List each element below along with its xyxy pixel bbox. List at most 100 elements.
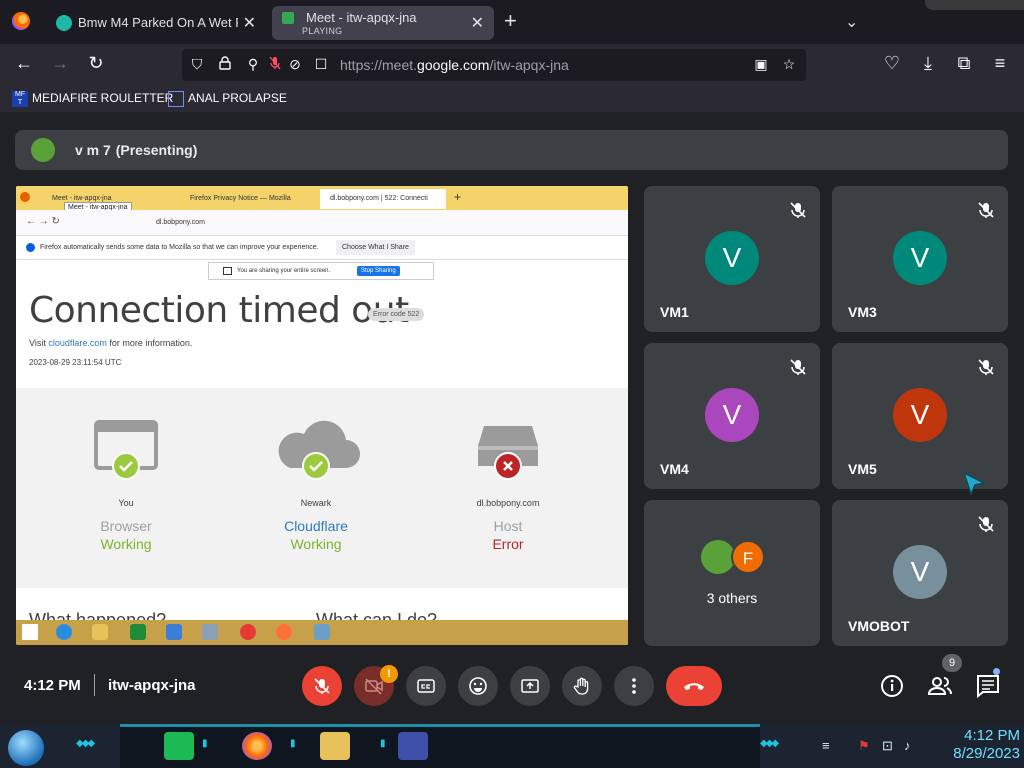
menu-icon[interactable]: ≡	[988, 53, 1012, 73]
raise-hand-button[interactable]	[562, 666, 602, 706]
taskbar-clock[interactable]: 4:12 PM 8/29/2023	[930, 727, 1020, 763]
url-bar[interactable]: ⛉ ⚲ ⊘ ☐ https://meet.google.com/itw-apqx…	[182, 49, 806, 81]
reactions-button[interactable]	[458, 666, 498, 706]
shared-app-icon	[202, 624, 218, 640]
avatar: V	[705, 231, 759, 285]
meet-favicon-icon	[282, 12, 294, 24]
tab-bmw[interactable]: Bmw M4 Parked On A Wet Road ✕	[44, 6, 266, 40]
close-tab-icon[interactable]: ✕	[243, 13, 256, 33]
forward-arrow-icon[interactable]: →	[48, 53, 72, 73]
shared-firefox-icon	[20, 192, 30, 202]
shared-newtab-icon: +	[454, 190, 462, 204]
leave-call-button[interactable]	[666, 666, 722, 706]
cloudflare-link: cloudflare.com	[48, 338, 107, 348]
participant-name: VM5	[848, 461, 877, 477]
shared-taskbar	[16, 620, 628, 645]
avatar: F	[731, 540, 765, 574]
participant-name: VM1	[660, 304, 689, 320]
shared-start-icon	[22, 624, 38, 640]
shared-chrome-icon	[240, 624, 256, 640]
permissions-icon[interactable]: ⚲	[244, 56, 262, 73]
app-window-icon[interactable]	[398, 732, 428, 760]
tab-playing-label: PLAYING	[302, 26, 343, 36]
present-screen-icon	[521, 679, 539, 693]
participant-tile-vm5[interactable]: V VM5	[832, 343, 1008, 497]
spotify-icon[interactable]	[164, 732, 194, 760]
browser-nav-bar: ← → ↻ ⛉ ⚲ ⊘ ☐ https://meet.google.com/it…	[0, 44, 1024, 86]
shared-info-button: Choose What I Share	[336, 240, 415, 255]
status-column-browser: You Browser Working	[36, 388, 216, 588]
microphone-toggle-button[interactable]	[302, 666, 342, 706]
meet-content: v m 7 (Presenting) Meet - itw-apqx-jna F…	[0, 112, 1024, 724]
new-tab-button[interactable]: +	[504, 10, 517, 32]
participant-tile-vmobot[interactable]: V VMOBOT	[832, 500, 1008, 646]
shared-app-icon	[166, 624, 182, 640]
window-corner	[925, 0, 1024, 10]
error-timestamp: 2023-08-29 23:11:54 UTC	[29, 358, 122, 367]
volume-icon[interactable]: ♪	[904, 738, 911, 753]
meeting-info-divider	[94, 674, 95, 696]
pocket-icon[interactable]: ♡	[880, 53, 904, 73]
captions-icon	[417, 679, 435, 693]
shared-explorer-icon	[92, 624, 108, 640]
screen-share-indicator-icon[interactable]: ▣	[752, 56, 770, 73]
more-options-button[interactable]	[614, 666, 654, 706]
shared-ie-icon	[56, 624, 72, 640]
mic-off-icon	[790, 202, 806, 218]
status-diagram: You Browser Working Newark Cloudflare Wo…	[16, 388, 628, 588]
emoji-icon	[469, 677, 487, 695]
mic-off-icon	[314, 678, 330, 694]
avatar: V	[893, 545, 947, 599]
taskbar-decoration-icon: ▮	[290, 738, 295, 749]
shared-tab-active: dl.bobpony.com | 522: Connecti	[320, 189, 446, 209]
back-arrow-icon[interactable]: ←	[12, 53, 36, 73]
security-alert-icon[interactable]: ⚑	[858, 738, 870, 754]
present-now-button[interactable]	[510, 666, 550, 706]
file-explorer-icon[interactable]	[320, 732, 350, 760]
tab-title: Meet - itw-apqx-jna	[306, 10, 417, 25]
captions-button[interactable]	[406, 666, 446, 706]
participant-tile-vm3[interactable]: V VM3	[832, 186, 1008, 332]
shared-app-icon	[314, 624, 330, 640]
tab-meet[interactable]: Meet - itw-apqx-jna PLAYING ✕	[272, 6, 494, 40]
bookmark-star-icon[interactable]: ☆	[780, 56, 798, 73]
chat-notification-dot	[993, 668, 1000, 675]
tracking-shield-icon[interactable]: ⛉	[188, 56, 206, 73]
people-icon[interactable]	[927, 673, 953, 699]
cursor-icon	[962, 471, 986, 497]
firefox-logo-icon[interactable]	[12, 12, 30, 30]
firefox-taskbar-icon[interactable]	[242, 732, 272, 760]
tray-menu-icon[interactable]: ≡	[822, 738, 830, 753]
os-taskbar: ◆◆◆ ▮ ▮ ▮ ◆◆◆ ≡ ⚑ ⊡ ♪ 4:12 PM 8/29/2023	[0, 724, 1024, 768]
mediafire-icon: MF T	[12, 91, 28, 107]
lock-icon[interactable]	[216, 56, 234, 73]
hang-up-icon	[684, 683, 704, 690]
shared-screen-banner: You are sharing your entire screen. Stop…	[208, 262, 434, 280]
chat-icon[interactable]	[975, 673, 1001, 699]
clock-date: 8/29/2023	[953, 745, 1020, 762]
participant-name: VM3	[848, 304, 877, 320]
start-button[interactable]	[8, 730, 44, 766]
reload-icon[interactable]: ↻	[84, 53, 108, 73]
mic-off-icon	[978, 516, 994, 532]
shared-url: dl.bobpony.com	[156, 219, 205, 226]
others-tile[interactable]: F 3 others	[644, 500, 820, 646]
camera-blocked-icon[interactable]: ⊘	[286, 56, 304, 73]
mic-muted-permission-icon[interactable]	[266, 56, 284, 73]
network-icon[interactable]: ⊡	[882, 738, 893, 754]
meeting-details-icon[interactable]	[879, 673, 905, 699]
participant-tile-vm1[interactable]: V VM1	[644, 186, 820, 332]
downloads-icon[interactable]: ⤓	[916, 53, 940, 73]
share-text: You are sharing your entire screen.	[237, 268, 331, 274]
presenter-avatar	[31, 138, 55, 162]
bookmark-mediafire[interactable]: MF T MEDIAFIRE ROULETTER	[12, 91, 173, 107]
shared-excel-icon	[130, 624, 146, 640]
reader-icon[interactable]: ☐	[312, 56, 330, 73]
participant-tile-vm4[interactable]: V VM4	[644, 343, 820, 489]
extensions-icon[interactable]: ⧉	[952, 53, 976, 73]
close-tab-icon[interactable]: ✕	[471, 13, 484, 33]
bookmark-second[interactable]: ANAL PROLAPSE	[168, 91, 287, 107]
hand-icon	[573, 677, 589, 695]
list-all-tabs-chevron-icon[interactable]: ⌄	[845, 12, 858, 32]
check-icon	[302, 452, 330, 480]
